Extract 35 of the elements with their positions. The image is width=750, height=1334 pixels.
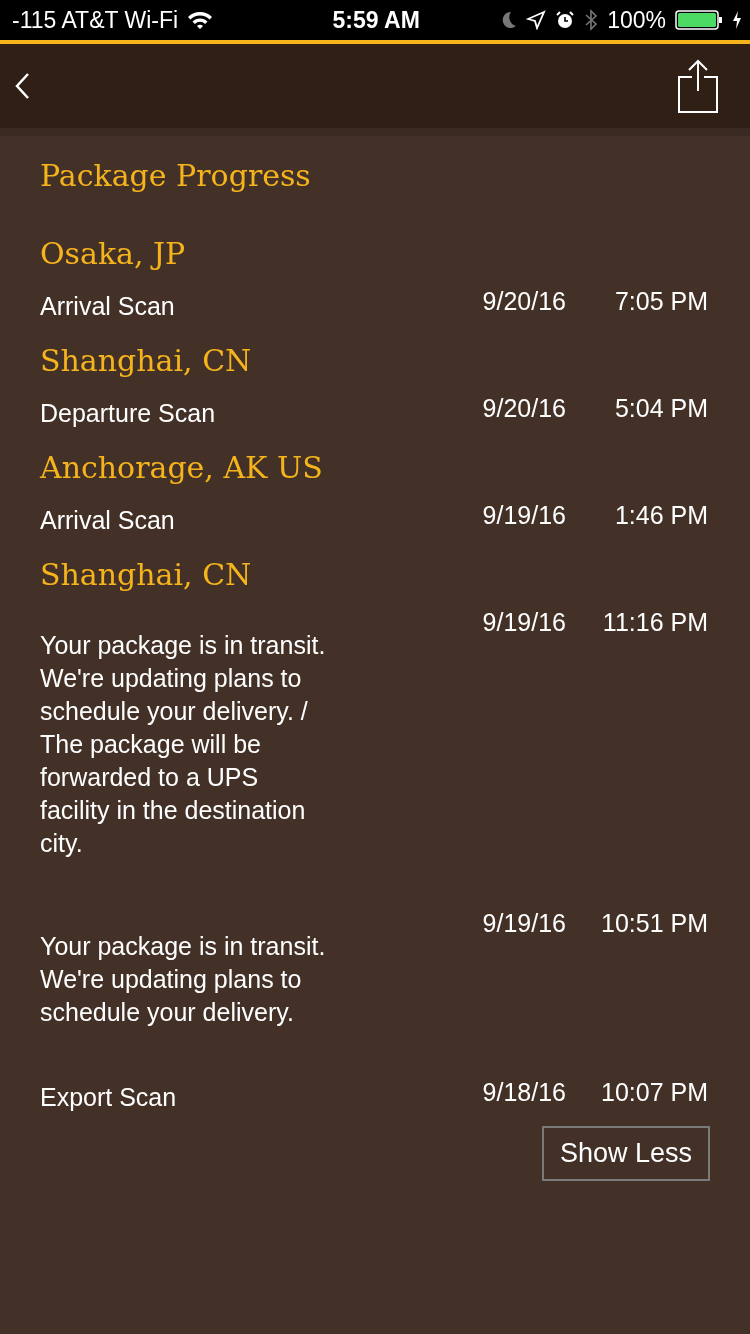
carrier-text: -115 AT&T Wi-Fi xyxy=(12,6,179,34)
event-time: 10:07 PM xyxy=(600,1077,708,1107)
event-date: 9/19/16 xyxy=(482,908,566,938)
event-description: Arrival Scan xyxy=(40,291,176,322)
bluetooth-icon xyxy=(584,9,599,31)
event-description: Your package is in transit. We're updating plans to schedule your delivery. / The package will be forwarded to a UPS facility in the destination city. xyxy=(40,630,327,859)
event-date: 9/20/16 xyxy=(482,286,566,316)
event-time: 1:46 PM xyxy=(613,500,708,530)
event-description: Arrival Scan xyxy=(40,505,176,536)
location-heading: Shanghai, CN xyxy=(40,343,253,380)
event-time: 5:04 PM xyxy=(613,393,708,423)
show-less-button[interactable]: Show Less xyxy=(541,1126,710,1181)
event-description: Your package is in transit. We're updating plans to schedule your delivery. xyxy=(40,931,327,1028)
section-title: Package Progress xyxy=(40,158,312,195)
alarm-clock-icon xyxy=(555,10,576,30)
location-arrow-icon xyxy=(526,10,547,30)
event-time: 11:16 PM xyxy=(601,607,708,637)
clock-text: 5:59 AM xyxy=(332,6,420,34)
back-button[interactable] xyxy=(14,72,30,100)
battery-icon xyxy=(675,10,723,30)
wifi-icon xyxy=(187,10,214,30)
charging-bolt-icon xyxy=(732,10,742,30)
event-date: 9/18/16 xyxy=(482,1077,566,1107)
event-time: 7:05 PM xyxy=(613,286,708,316)
event-time: 10:51 PM xyxy=(600,908,708,938)
event-description: Export Scan xyxy=(40,1082,178,1113)
battery-percent-text: 100% xyxy=(607,6,666,34)
location-heading: Anchorage, AK US xyxy=(40,450,324,487)
event-date: 9/20/16 xyxy=(482,393,566,423)
event-date: 9/19/16 xyxy=(482,607,566,637)
share-button[interactable] xyxy=(678,59,718,113)
event-description: Departure Scan xyxy=(40,398,217,429)
location-heading: Shanghai, CN xyxy=(40,557,253,594)
location-heading: Osaka, JP xyxy=(40,236,187,273)
event-date: 9/19/16 xyxy=(482,500,566,530)
